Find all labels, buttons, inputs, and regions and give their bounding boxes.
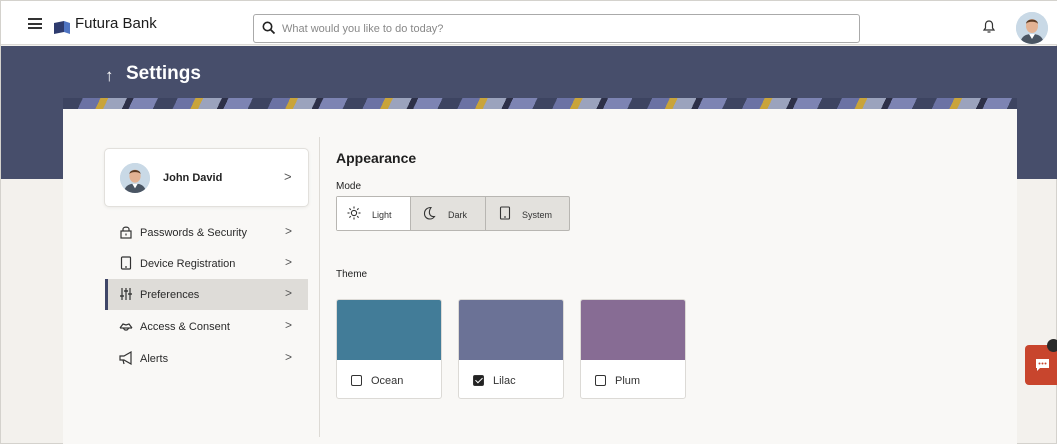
sidebar-item-passwords-security[interactable]: Passwords & Security > bbox=[105, 217, 308, 248]
moon-icon bbox=[423, 206, 436, 220]
profile-card[interactable]: John David > bbox=[104, 148, 309, 207]
top-bar: Futura Bank What would you like to do to… bbox=[1, 1, 1057, 45]
sidebar-item-label: Access & Consent bbox=[140, 321, 230, 333]
vertical-divider bbox=[319, 137, 320, 437]
avatar bbox=[120, 163, 150, 193]
theme-color-swatch bbox=[337, 300, 441, 360]
device-icon bbox=[499, 206, 511, 220]
sidebar-item-label: Device Registration bbox=[140, 258, 236, 270]
handshake-icon bbox=[119, 323, 133, 331]
back-arrow-icon[interactable]: ↑ bbox=[105, 66, 114, 86]
sun-icon bbox=[347, 206, 361, 220]
sidebar-item-label: Preferences bbox=[140, 289, 200, 301]
megaphone-icon bbox=[119, 351, 132, 365]
avatar-photo-icon bbox=[1016, 12, 1048, 44]
theme-color-swatch bbox=[459, 300, 563, 360]
theme-name: Ocean bbox=[371, 375, 404, 387]
chat-icon bbox=[1036, 359, 1049, 371]
chevron-right-icon: > bbox=[285, 350, 293, 364]
sidebar-item-preferences[interactable]: Preferences > bbox=[105, 279, 308, 310]
settings-card: John David > Passwords & Security > Devi… bbox=[63, 109, 1017, 444]
section-title: Appearance bbox=[336, 150, 417, 166]
mode-dark-button[interactable]: Dark bbox=[411, 197, 486, 230]
decorative-pattern bbox=[63, 98, 1017, 109]
device-icon bbox=[120, 256, 132, 270]
chevron-right-icon: > bbox=[285, 286, 293, 300]
search-placeholder: What would you like to do today? bbox=[282, 23, 444, 35]
mode-system-button[interactable]: System bbox=[486, 197, 569, 230]
theme-plum-card[interactable]: Plum bbox=[580, 299, 686, 399]
theme-color-swatch bbox=[581, 300, 685, 360]
theme-lilac-card[interactable]: Lilac bbox=[458, 299, 564, 399]
theme-name: Lilac bbox=[493, 375, 516, 387]
sidebar-item-device-registration[interactable]: Device Registration > bbox=[105, 248, 308, 279]
mode-system-label: System bbox=[522, 210, 553, 220]
chat-notification-badge bbox=[1047, 339, 1057, 352]
mode-toggle-group: Light Dark System bbox=[336, 196, 570, 231]
user-avatar[interactable] bbox=[1016, 12, 1048, 44]
theme-plum-checkbox[interactable] bbox=[595, 375, 606, 386]
theme-ocean-card[interactable]: Ocean bbox=[336, 299, 442, 399]
lock-icon bbox=[120, 226, 132, 239]
bell-icon[interactable] bbox=[983, 20, 995, 33]
bank-logo-icon bbox=[54, 21, 70, 34]
sliders-icon bbox=[120, 288, 132, 300]
sidebar-item-label: Alerts bbox=[140, 353, 169, 365]
chevron-right-icon: > bbox=[285, 318, 293, 332]
avatar-photo-icon bbox=[120, 163, 150, 193]
mode-label: Mode bbox=[336, 181, 362, 192]
mode-light-button[interactable]: Light bbox=[337, 197, 411, 230]
mode-dark-label: Dark bbox=[448, 210, 468, 220]
theme-lilac-checkbox[interactable] bbox=[473, 375, 484, 386]
chevron-right-icon: > bbox=[284, 169, 292, 184]
chevron-right-icon: > bbox=[285, 255, 293, 269]
mode-light-label: Light bbox=[372, 210, 392, 220]
theme-name: Plum bbox=[615, 375, 641, 387]
search-icon bbox=[262, 21, 276, 35]
sidebar-item-access-consent[interactable]: Access & Consent > bbox=[105, 311, 308, 342]
search-input[interactable]: What would you like to do today? bbox=[253, 14, 860, 43]
sidebar-item-label: Passwords & Security bbox=[140, 227, 247, 239]
profile-name: John David bbox=[163, 172, 223, 184]
hamburger-menu-icon[interactable] bbox=[28, 18, 42, 29]
brand-name[interactable]: Futura Bank bbox=[75, 15, 157, 32]
page-title: Settings bbox=[126, 63, 201, 84]
sidebar-item-alerts[interactable]: Alerts > bbox=[105, 343, 308, 374]
theme-label: Theme bbox=[336, 269, 368, 280]
chevron-right-icon: > bbox=[285, 224, 293, 238]
theme-ocean-checkbox[interactable] bbox=[351, 375, 362, 386]
